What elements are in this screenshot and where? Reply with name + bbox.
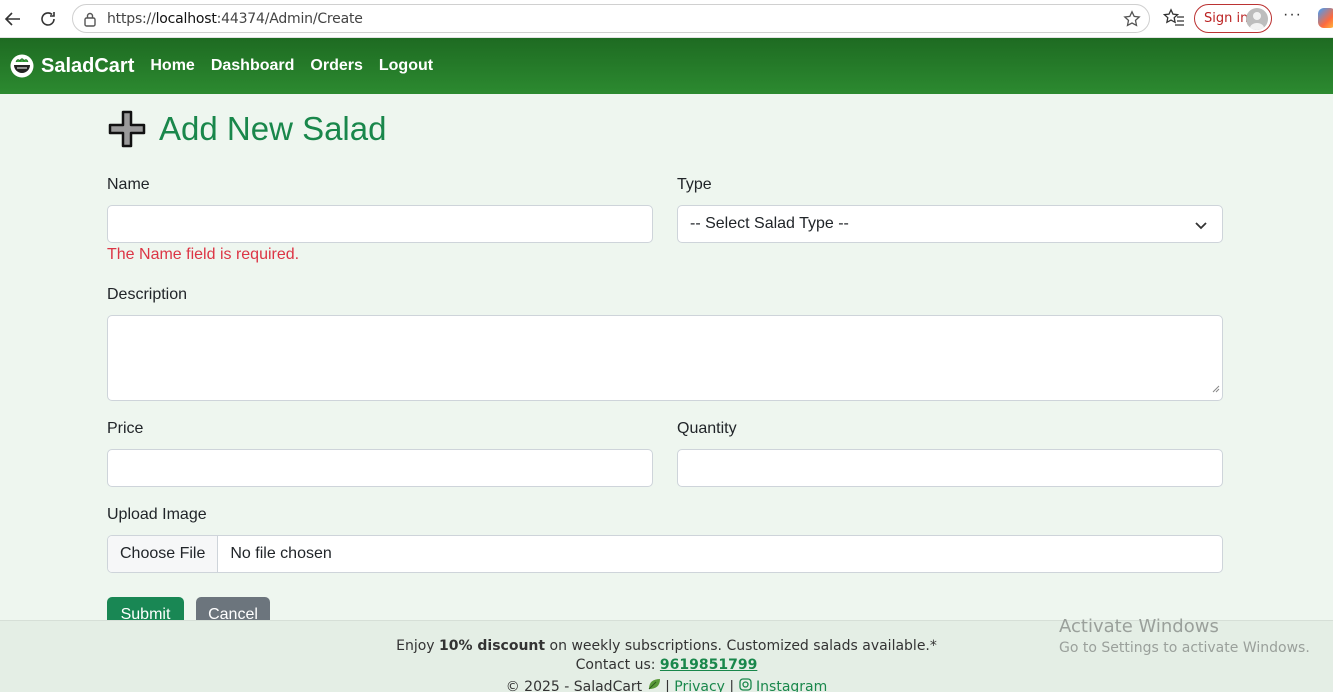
resize-handle-icon[interactable]	[1212, 380, 1220, 398]
sign-in-label: Sign in	[1204, 11, 1249, 26]
file-status: No file chosen	[230, 545, 332, 562]
copilot-icon[interactable]	[1318, 8, 1333, 28]
brand-name: SaladCart	[41, 54, 135, 77]
nav-logout[interactable]: Logout	[379, 57, 433, 75]
nav-dashboard[interactable]: Dashboard	[211, 57, 295, 75]
name-input[interactable]	[107, 205, 653, 243]
sign-in-button[interactable]: Sign in	[1194, 4, 1272, 33]
nav-orders[interactable]: Orders	[310, 57, 362, 75]
promo-prefix: Enjoy	[396, 638, 440, 654]
watermark-subtitle: Go to Settings to activate Windows.	[1059, 640, 1310, 656]
separator: |	[665, 679, 670, 692]
url-text: https://localhost:44374/Admin/Create	[107, 11, 363, 27]
browser-toolbar: https://localhost:44374/Admin/Create Sig…	[0, 0, 1333, 38]
promo-discount: 10% discount	[439, 638, 546, 654]
page-header: Add New Salad	[107, 108, 1223, 150]
salad-bowl-icon	[10, 54, 34, 78]
main-content: Add New Salad	[107, 108, 1223, 150]
contact-prefix: Contact us:	[575, 657, 660, 673]
more-menu-icon[interactable]: ···	[1283, 6, 1302, 24]
name-error: The Name field is required.	[107, 246, 300, 263]
type-select-value: -- Select Salad Type --	[690, 215, 849, 232]
type-label: Type	[677, 176, 712, 193]
quantity-input[interactable]	[677, 449, 1223, 487]
refresh-icon[interactable]	[37, 8, 59, 30]
instagram-link[interactable]: Instagram	[756, 679, 827, 692]
favorites-icon[interactable]	[1162, 8, 1185, 33]
chevron-down-icon	[1194, 218, 1208, 237]
brand[interactable]: SaladCart	[10, 54, 134, 78]
footer-links: © 2025 - SaladCart | Privacy | Instagram	[0, 677, 1333, 692]
back-arrow-icon[interactable]	[2, 8, 24, 30]
choose-file-button[interactable]: Choose File	[108, 536, 219, 572]
contact-phone-link[interactable]: 9619851799	[660, 657, 757, 673]
nav-home[interactable]: Home	[150, 57, 194, 75]
type-select[interactable]: -- Select Salad Type --	[677, 205, 1223, 243]
instagram-icon	[738, 678, 752, 692]
plus-icon	[108, 110, 146, 148]
price-label: Price	[107, 420, 144, 437]
footer-contact: Contact us: 9619851799	[0, 657, 1333, 673]
price-input[interactable]	[107, 449, 653, 487]
image-file-input[interactable]: Choose File No file chosen	[107, 535, 1223, 573]
description-label: Description	[107, 286, 188, 303]
separator: |	[729, 679, 735, 692]
upload-label: Upload Image	[107, 506, 207, 523]
watermark-title: Activate Windows	[1059, 616, 1219, 637]
windows-activation-watermark: Activate Windows Go to Settings to activ…	[1059, 616, 1310, 656]
avatar	[1246, 8, 1268, 30]
leaf-icon	[647, 679, 661, 692]
name-label: Name	[107, 176, 150, 193]
description-textarea[interactable]	[107, 315, 1223, 401]
promo-suffix: on weekly subscriptions. Customized sala…	[545, 638, 937, 654]
address-bar[interactable]: https://localhost:44374/Admin/Create	[72, 4, 1150, 33]
page-title: Add New Salad	[159, 110, 387, 147]
copyright: © 2025 - SaladCart	[505, 679, 643, 692]
star-icon[interactable]	[1123, 10, 1141, 33]
lock-icon	[83, 11, 97, 32]
privacy-link[interactable]: Privacy	[674, 679, 725, 692]
quantity-label: Quantity	[677, 420, 737, 437]
main-navbar: SaladCart Home Dashboard Orders Logout	[0, 38, 1333, 94]
